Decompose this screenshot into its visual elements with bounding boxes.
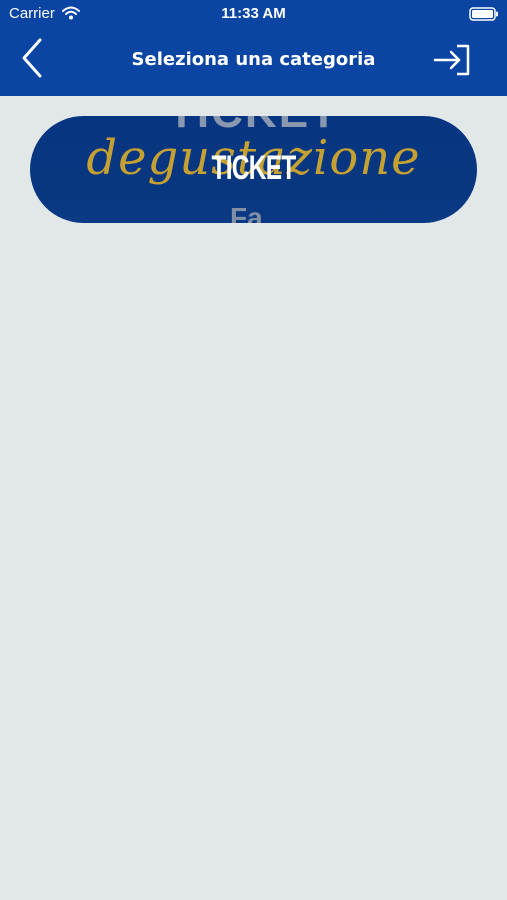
page-title: Seleziona una categoria [131,49,376,70]
category-label: TICKET [211,149,296,187]
card-background-extra-text: Fa [230,202,263,223]
navigation-bar: Seleziona una categoria [0,28,507,96]
battery-icon [469,7,499,25]
status-time: 11:33 AM [221,5,286,22]
status-bar: Carrier 11:33 AM [0,0,507,28]
sign-in-icon [433,44,473,82]
login-button[interactable] [433,42,473,78]
category-card-ticket[interactable]: TICKET degustazione Fa TICKET [30,116,477,223]
